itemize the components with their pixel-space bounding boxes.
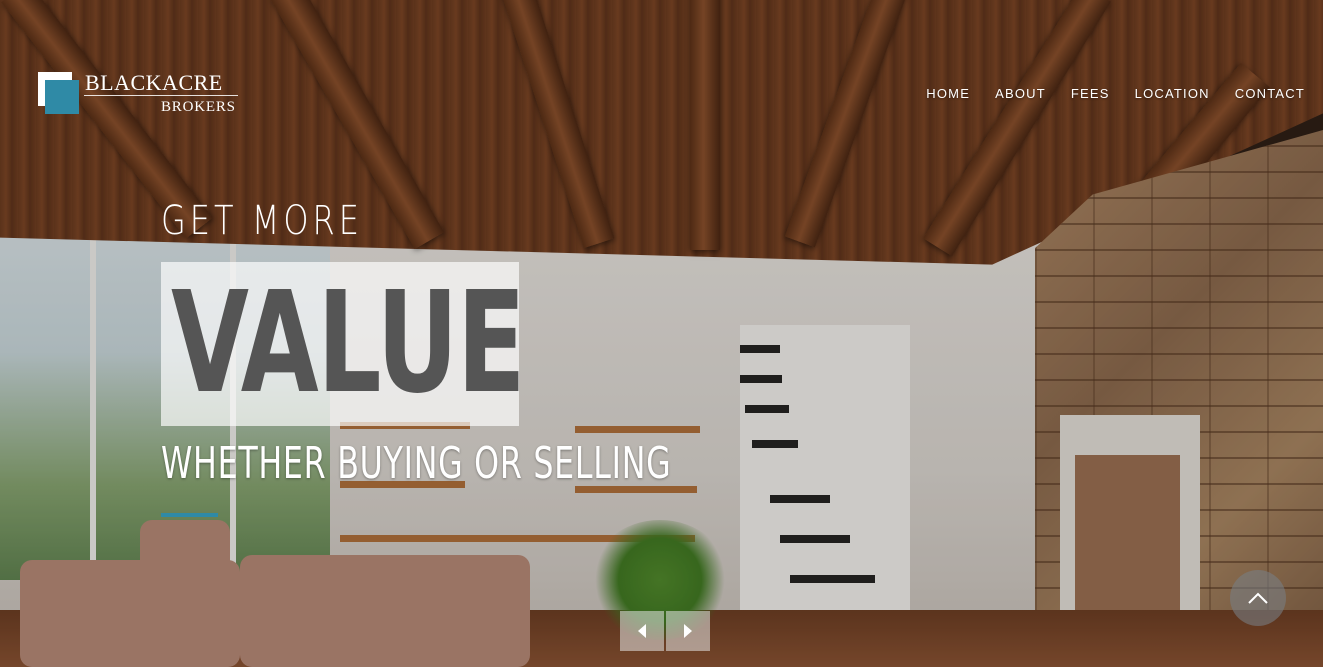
hero-pre-title: GET MORE xyxy=(161,198,363,244)
brand-logo[interactable]: BLACKACRE BROKERS xyxy=(38,70,248,122)
back-to-top-button[interactable] xyxy=(1230,570,1286,626)
main-nav: HOME ABOUT FEES LOCATION CONTACT xyxy=(901,86,1305,101)
chevron-up-icon xyxy=(1248,592,1268,604)
brand-subname: BROKERS xyxy=(161,99,236,115)
nav-contact[interactable]: CONTACT xyxy=(1235,86,1305,101)
logo-mark-accent xyxy=(45,80,79,114)
slider-prev-button[interactable] xyxy=(620,611,664,651)
hero-accent-rule xyxy=(161,513,218,517)
hero-subtitle: WHETHER BUYING OR SELLING xyxy=(161,438,672,489)
nav-location[interactable]: LOCATION xyxy=(1135,86,1210,101)
hero-title: VALUE xyxy=(171,262,526,425)
brand-name: BLACKACRE xyxy=(85,70,223,95)
arrow-right-icon xyxy=(684,624,692,638)
logo-divider xyxy=(84,95,238,96)
nav-fees[interactable]: FEES xyxy=(1071,86,1110,101)
nav-about[interactable]: ABOUT xyxy=(995,86,1046,101)
nav-home[interactable]: HOME xyxy=(926,86,970,101)
arrow-left-icon xyxy=(638,624,646,638)
slider-next-button[interactable] xyxy=(666,611,710,651)
